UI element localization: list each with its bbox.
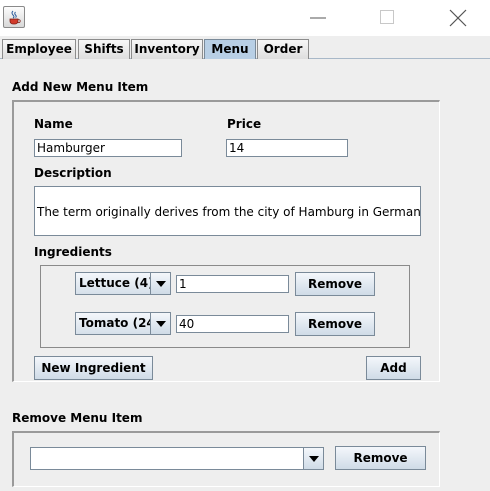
tab-strip: Employee Shifts Inventory Menu Order: [0, 38, 490, 59]
ingredient-select[interactable]: Tomato (24): [75, 312, 171, 335]
remove-ingredient-button[interactable]: Remove: [295, 272, 375, 296]
ingredient-select-value: Tomato (24): [79, 316, 161, 330]
add-section-title: Add New Menu Item: [12, 80, 149, 94]
tab-shifts[interactable]: Shifts: [78, 39, 130, 59]
ingredient-quantity-field[interactable]: [176, 315, 289, 333]
add-button[interactable]: Add: [366, 356, 421, 380]
name-label: Name: [34, 117, 73, 131]
chevron-down-icon[interactable]: [150, 313, 170, 334]
name-field[interactable]: [34, 139, 182, 157]
chevron-down-icon[interactable]: [150, 273, 170, 294]
tab-inventory[interactable]: Inventory: [131, 39, 203, 59]
tab-order[interactable]: Order: [257, 39, 309, 59]
remove-section-title: Remove Menu Item: [12, 411, 143, 425]
tab-employee[interactable]: Employee: [2, 39, 76, 59]
java-cup-icon: [3, 6, 25, 28]
ingredient-quantity-field[interactable]: [176, 275, 289, 293]
ingredients-label: Ingredients: [34, 245, 112, 259]
ingredient-select[interactable]: Lettuce (4): [75, 272, 171, 295]
maximize-icon[interactable]: [378, 8, 398, 28]
price-field[interactable]: [226, 139, 348, 157]
new-ingredient-button[interactable]: New Ingredient: [34, 356, 153, 380]
title-bar: [0, 0, 490, 36]
remove-menu-item-button[interactable]: Remove: [335, 446, 426, 470]
menu-item-select[interactable]: [30, 447, 324, 470]
tab-menu[interactable]: Menu: [204, 39, 256, 59]
chevron-down-icon[interactable]: [303, 448, 323, 469]
close-icon[interactable]: [448, 8, 468, 28]
description-label: Description: [34, 166, 112, 180]
remove-ingredient-button[interactable]: Remove: [295, 312, 375, 336]
ingredient-select-value: Lettuce (4): [79, 276, 154, 290]
minimize-icon[interactable]: [309, 8, 329, 28]
price-label: Price: [227, 117, 262, 131]
description-field[interactable]: The term originally derives from the cit…: [34, 186, 421, 236]
